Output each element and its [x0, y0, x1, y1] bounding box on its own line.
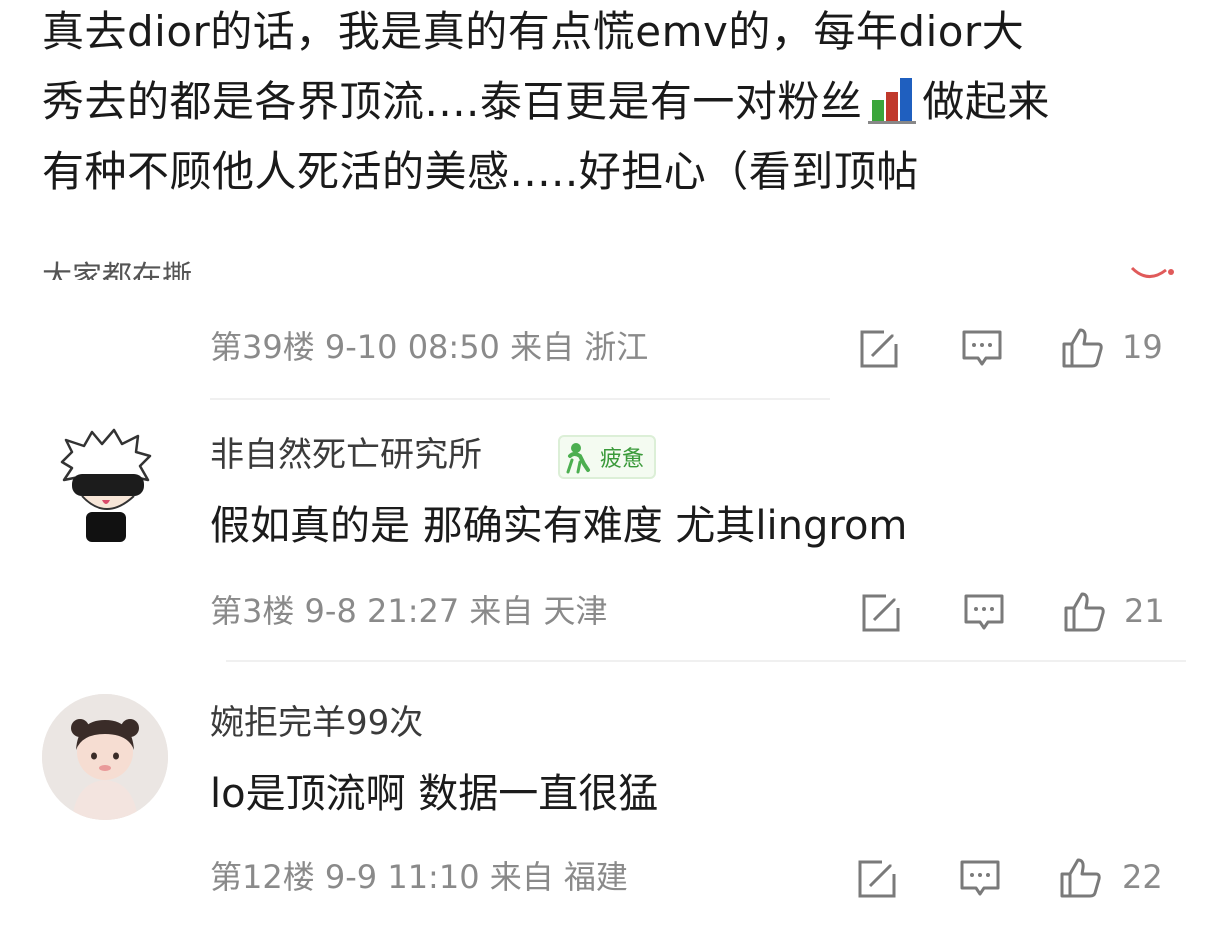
comment-text-line: 真去dior的话，我是真的有点慌emv的，每年dior大: [42, 7, 1025, 56]
like-count: 19: [1122, 328, 1163, 366]
share-icon[interactable]: [860, 590, 904, 634]
like-count: 21: [1124, 592, 1165, 630]
comment-text-line: 秀去的都是各界顶流....泰百更是有一对粉丝 做起来: [42, 72, 1050, 132]
like-count: 22: [1122, 858, 1163, 896]
comment-meta: 第39楼 9-10 08:50 来自 浙江: [210, 328, 649, 366]
divider: [226, 660, 1186, 662]
avatar[interactable]: [44, 422, 170, 548]
share-icon[interactable]: [858, 326, 902, 370]
comment-text-fragment: 做起来: [922, 77, 1050, 126]
tired-status-icon: [566, 443, 590, 474]
share-icon[interactable]: [856, 856, 900, 900]
status-badge[interactable]: 疲惫: [558, 435, 657, 479]
comment-text: lo是顶流啊 数据一直很猛: [210, 771, 659, 817]
comment-meta-row: 第12楼 9-9 11:10 来自 福建 22: [210, 852, 1170, 902]
thumbs-up-icon[interactable]: [1060, 326, 1104, 370]
comment-text-line: 有种不顾他人死活的美感.....好担心（看到顶帖: [42, 147, 919, 196]
reply-preview-text: 大家都在撕: [42, 260, 192, 280]
comment-text-fragment: 秀去的都是各界顶流....泰百更是有一对粉丝: [42, 77, 863, 126]
reply-preview-emoji-icon: [1128, 264, 1176, 284]
username[interactable]: 婉拒完羊99次: [210, 698, 423, 748]
comment-meta: 第3楼 9-8 21:27 来自 天津: [210, 592, 608, 630]
comment-meta-row: 第39楼 9-10 08:50 来自 浙江 19: [210, 322, 1170, 372]
comment-icon[interactable]: [962, 590, 1006, 634]
divider: [210, 398, 830, 400]
thumbs-up-icon[interactable]: [1058, 856, 1102, 900]
avatar[interactable]: [42, 694, 168, 820]
comment-icon[interactable]: [958, 856, 1002, 900]
bar-chart-emoji-icon: [868, 72, 917, 126]
username[interactable]: 非自然死亡研究所: [210, 430, 482, 480]
comment-text: 假如真的是 那确实有难度 尤其lingrom: [210, 503, 908, 549]
comment-icon[interactable]: [960, 326, 1004, 370]
thumbs-up-icon[interactable]: [1062, 590, 1106, 634]
comment-meta: 第12楼 9-9 11:10 来自 福建: [210, 858, 628, 896]
reply-preview[interactable]: 大家都在撕: [42, 256, 192, 280]
status-badge-label: 疲惫: [600, 447, 645, 472]
comment-meta-row: 第3楼 9-8 21:27 来自 天津 21: [210, 586, 1170, 636]
